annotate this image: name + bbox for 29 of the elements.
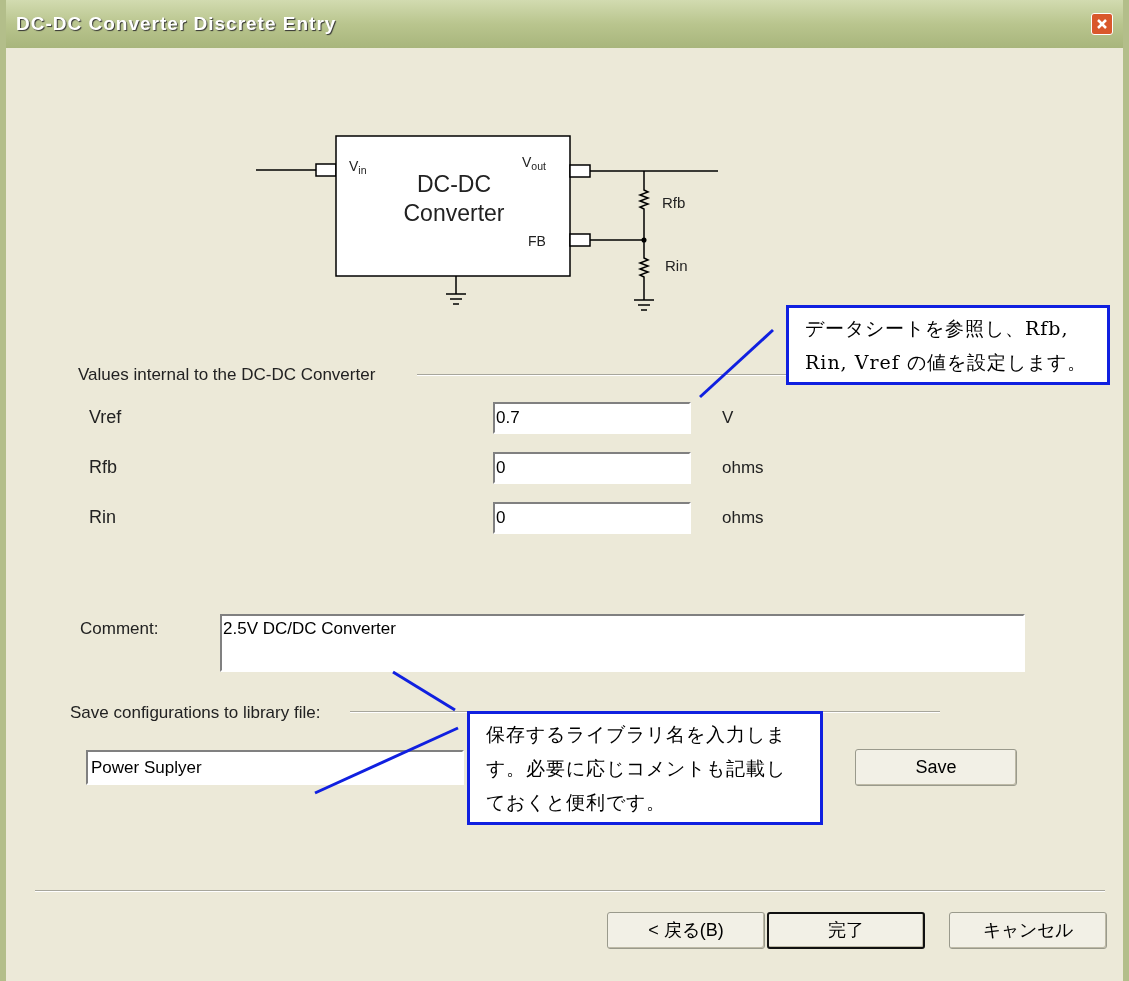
library-name-field[interactable]: Power Suplyer bbox=[86, 750, 464, 785]
comment-label: Comment: bbox=[80, 617, 160, 640]
value-field[interactable]: 0 bbox=[493, 451, 691, 484]
section-heading: Save configurations to library file: bbox=[70, 701, 321, 724]
resistor-label: Rin bbox=[665, 256, 688, 276]
pin-label: V$_{in}$ bbox=[349, 157, 367, 177]
pin-label: V$_{out}$ bbox=[522, 153, 546, 173]
field-label: Rfb bbox=[89, 456, 118, 479]
close-icon[interactable] bbox=[1091, 13, 1113, 35]
field-label: Vref bbox=[89, 406, 123, 429]
converter-label: DC-DC Converter bbox=[402, 170, 506, 228]
section-heading: Values internal to the DC-DC Converter bbox=[78, 364, 376, 386]
pin-label: FB bbox=[528, 232, 546, 251]
resistor-label: Rfb bbox=[662, 193, 686, 213]
value-field[interactable]: 0.7 bbox=[493, 401, 691, 434]
comment-field[interactable]: 2.5V DC/DC Converter bbox=[220, 613, 1025, 672]
window-title: DC-DC Converter Discrete Entry bbox=[16, 11, 337, 36]
unit-label: V bbox=[722, 406, 734, 429]
unit-label: ohms bbox=[722, 456, 764, 479]
callout-note: 保存するライブラリ名を入力します。必要に応じコメントも記載しておくと便利です。 bbox=[467, 711, 823, 825]
dialog-button[interactable]: Save bbox=[855, 749, 1017, 786]
value-field[interactable]: 0 bbox=[493, 501, 691, 534]
callout-note: データシートを参照し、Rfb, Rin, Vref の値を設定します。 bbox=[786, 305, 1110, 385]
leader-line bbox=[392, 670, 456, 712]
field-label: Rin bbox=[89, 506, 117, 529]
dialog-button[interactable]: < 戻る(B) bbox=[607, 912, 765, 949]
dialog-button[interactable]: 完了 bbox=[767, 912, 925, 949]
unit-label: ohms bbox=[722, 506, 764, 529]
dialog-button[interactable]: キャンセル bbox=[949, 912, 1107, 949]
